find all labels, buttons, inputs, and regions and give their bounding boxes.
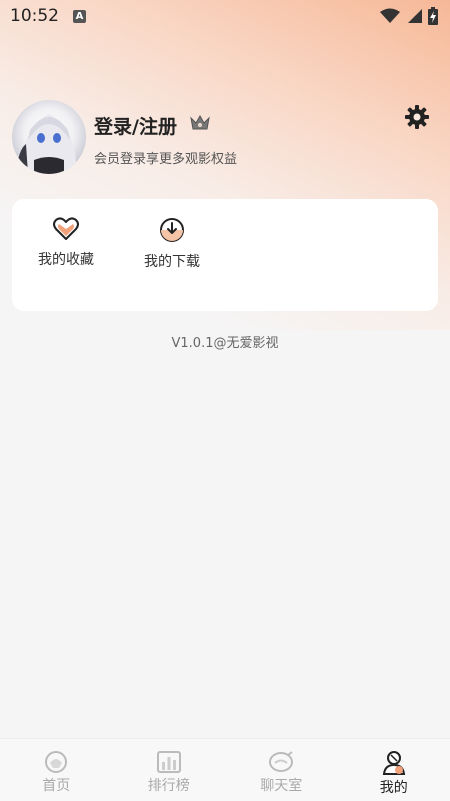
bottom-tab-bar: 首页 排行榜 聊天室 我的 xyxy=(0,738,450,801)
my-downloads-label: 我的下载 xyxy=(144,254,200,270)
ranking-icon xyxy=(156,751,181,773)
crown-icon xyxy=(190,115,210,130)
gear-icon[interactable] xyxy=(404,104,430,130)
my-favorites-button[interactable]: 我的收藏 xyxy=(26,217,106,269)
signal-icon xyxy=(408,9,422,23)
profile-header: 登录/注册 会员登录享更多观影权益 xyxy=(12,100,438,176)
version-text: V1.0.1@无爱影视 xyxy=(171,336,279,351)
notification-icon: A xyxy=(73,9,86,23)
tab-home-label: 首页 xyxy=(42,778,71,794)
tab-ranking-label: 排行榜 xyxy=(147,778,190,794)
tab-mine-label: 我的 xyxy=(379,780,408,796)
my-downloads-button[interactable]: 我的下载 xyxy=(132,217,212,271)
membership-subtitle: 会员登录享更多观影权益 xyxy=(94,152,238,167)
home-icon xyxy=(45,751,68,773)
profile-icon xyxy=(382,751,405,775)
wifi-icon xyxy=(380,8,400,23)
heart-icon xyxy=(53,217,79,240)
status-icons xyxy=(380,7,438,25)
login-register-link[interactable]: 登录/注册 xyxy=(94,112,177,139)
tab-chatroom[interactable]: 聊天室 xyxy=(225,739,338,801)
status-time: 10:52 xyxy=(10,6,59,26)
avatar[interactable] xyxy=(12,100,86,174)
quick-actions-card: 我的收藏 我的下载 xyxy=(12,199,438,311)
avatar-image xyxy=(16,114,77,174)
status-bar: 10:52 A xyxy=(0,0,450,32)
chat-icon xyxy=(269,751,294,772)
tab-mine[interactable]: 我的 xyxy=(338,739,450,801)
download-icon xyxy=(160,218,184,242)
battery-icon xyxy=(428,7,438,25)
tab-home[interactable]: 首页 xyxy=(0,739,113,801)
tab-chatroom-label: 聊天室 xyxy=(260,778,303,794)
my-favorites-label: 我的收藏 xyxy=(38,252,94,268)
tab-ranking[interactable]: 排行榜 xyxy=(113,739,226,801)
